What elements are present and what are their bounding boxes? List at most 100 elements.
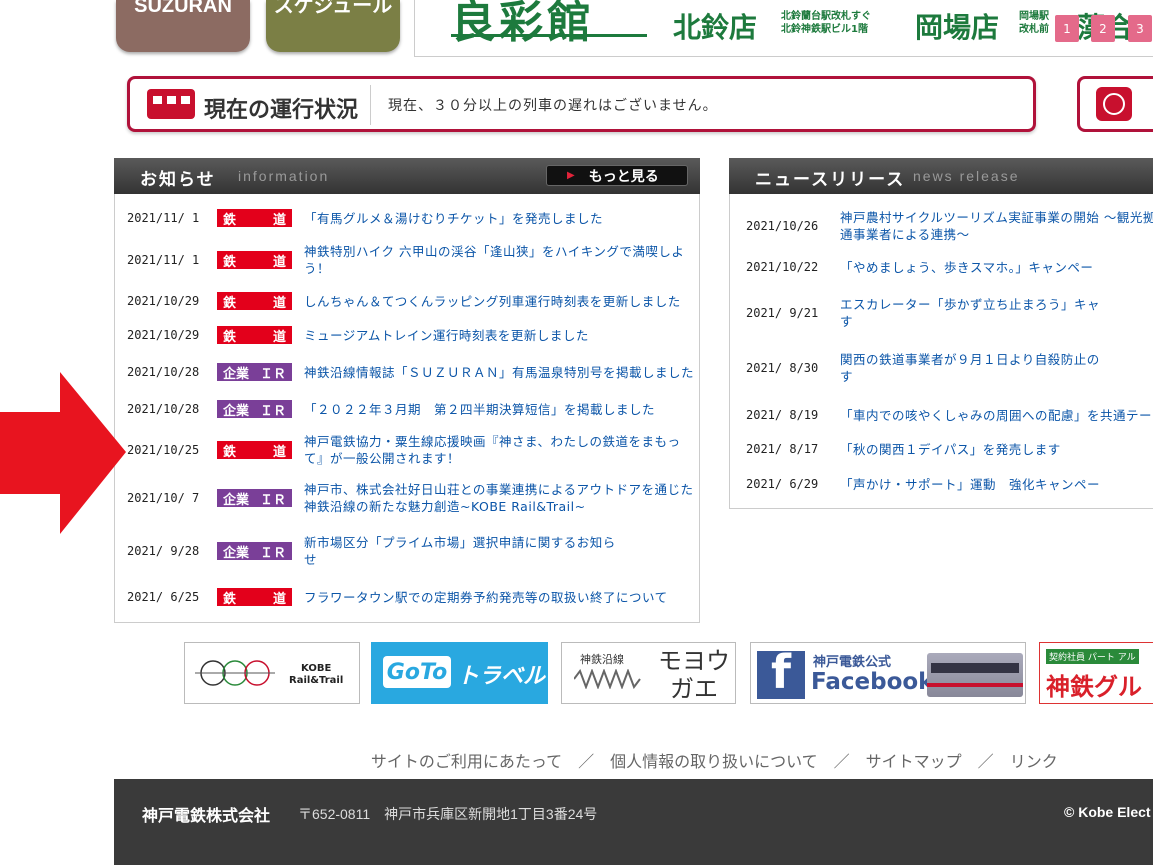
news-date: 2021/ 8/19 [746,408,819,422]
footer-link-sitemap[interactable]: サイトマップ [866,754,962,771]
news-date: 2021/ 8/30 [746,361,819,375]
pager-1[interactable]: 1 [1055,15,1079,42]
news-link-line: 「車内での咳やくしゃみの周囲への配慮」を共通テー [840,407,1153,423]
recruit-banner[interactable]: 契約社員 パート アル 神鉄グル [1039,642,1153,704]
news-link-line: す [840,314,854,329]
goto-logo: GoTo [383,656,451,688]
info-date: 2021/ 6/25 [127,590,200,604]
facebook-banner[interactable]: f 神戸電鉄公式 Facebook [750,642,1026,704]
kobe-rail-trail-text: KOBE Rail&Trail [289,663,343,687]
info-link-line: 神戸市、株式会社好日山荘との事業連携によるアウトドアを通じた [304,482,694,497]
operation-status-box[interactable]: 現在の運行状況 現在、３０分以上の列車の遅れはございません。 [127,76,1036,132]
info-link[interactable]: 「２０２２年３月期 第２四半期決算短信」を掲載しました [304,401,696,418]
news-link-line: 「やめましょう、歩きスマホ。」キャンペー [840,259,1094,275]
timetable-button[interactable] [1077,76,1153,132]
news-link-line: 関西の鉄道事業者が９月１日より自殺防止の [840,352,1100,367]
info-link[interactable]: 神鉄特別ハイク 六甲山の渓谷「逢山狭」をハイキングで満喫しよ う！ [304,243,696,277]
moyougae-small: 神鉄沿線 [580,653,624,666]
news-panel-header: ニュースリリース news release [729,158,1153,194]
rail-trail-circles-icon [195,660,275,686]
category-badge: 鉄道 [217,292,292,311]
ad-store-1-sub-line1: 北鈴蘭台駅改札すぐ [781,11,871,22]
info-link-line: せ [304,552,318,567]
kobe-rail-trail-banner[interactable]: KOBE Rail&Trail [184,642,360,704]
more-label: もっと見る [588,168,659,185]
footer-link-links[interactable]: リンク [1010,754,1058,771]
pager-3[interactable]: 3 [1128,15,1152,42]
footer-sep: ／ [817,754,866,771]
category-badge: 企業 ＩＲ [217,542,292,561]
train-photo-icon [927,653,1023,697]
news-link[interactable]: 「声かけ・サポート」運動 強化キャンペー [840,476,1153,493]
suzuran-button[interactable]: SUZURAN [116,0,250,52]
info-link-line: フラワータウン駅での定期券予約発売等の取扱い終了について [304,589,668,605]
goto-travel-banner[interactable]: GoTo トラベル [371,642,548,704]
moyougae-banner[interactable]: 神鉄沿線 モヨウ ガエ [561,642,736,704]
news-link-line: 神戸農村サイクルツーリズム実証事業の開始 ～観光拠 [840,210,1153,225]
info-date: 2021/10/ 7 [127,491,200,505]
info-date: 2021/10/29 [127,294,200,308]
footer: 神戸電鉄株式会社 〒652-0811 神戸市兵庫区新開地1丁目3番24号 © K… [114,779,1153,865]
category-badge-text: 企業 [223,492,250,508]
category-badge: 鉄道 [217,326,292,345]
news-date: 2021/10/22 [746,260,819,274]
info-panel-header: お知らせ information ▶ もっと見る [114,158,700,194]
category-badge: 企業 ＩＲ [217,489,292,508]
category-badge-text: 道 [272,254,286,270]
ad-store-1-sub: 北鈴蘭台駅改札すぐ 北鈴神鉄駅ビル1階 [781,10,871,36]
category-badge: 鉄道 [217,251,292,270]
info-link-line: 新市場区分「プライム市場」選択申請に関するお知ら [304,535,616,550]
news-link[interactable]: 「車内での咳やくしゃみの周囲への配慮」を共通テー [840,407,1153,424]
news-link[interactable]: 「やめましょう、歩きスマホ。」キャンペー [840,259,1153,276]
category-badge-text: ＩＲ [259,366,286,382]
ad-store-1-sub-line2: 北鈴神鉄駅ビル1階 [781,24,868,35]
info-link[interactable]: 新市場区分「プライム市場」選択申請に関するお知らせ [304,534,696,568]
pager-2[interactable]: 2 [1091,15,1115,42]
info-link-line: 「有馬グルメ＆湯けむりチケット」を発売しました [304,210,604,226]
news-date: 2021/10/26 [746,219,819,233]
news-link[interactable]: エスカレーター「歩かず立ち止まろう」キャす [840,296,1153,330]
ad-main-title: 良彩館 [451,0,595,48]
info-link[interactable]: 神戸電鉄協力・粟生線応援映画『神さま、わたしの鉄道をまもっ て』が一般公開されます… [304,433,696,467]
footer-copyright: © Kobe Elect [1064,804,1151,820]
category-badge-text: 鉄 [223,591,237,607]
status-title: 現在の運行状況 [204,97,359,122]
info-link[interactable]: しんちゃん＆てつくんラッピング列車運行時刻表を更新しました [304,293,696,310]
more-button[interactable]: ▶ もっと見る [546,165,688,186]
suzuran-label: SUZURAN [134,0,232,17]
ad-banner[interactable]: 良彩館 北鈴店 北鈴蘭台駅改札すぐ 北鈴神鉄駅ビル1階 岡場店 岡場駅 改札前 … [414,0,1153,57]
info-link[interactable]: 神戸市、株式会社好日山荘との事業連携によるアウトドアを通じた 神鉄沿線の新たな魅力… [304,481,696,515]
news-date: 2021/ 9/21 [746,306,819,320]
facebook-big: Facebook [811,669,934,695]
news-subtitle: news release [913,168,1020,184]
footer-link-terms[interactable]: サイトのご利用にあたって [371,754,562,771]
clock-icon [1096,87,1132,121]
recruit-big: 神鉄グル [1046,673,1142,701]
status-divider [370,85,371,125]
news-panel-body: 2021/10/26 神戸農村サイクルツーリズム実証事業の開始 ～観光拠 通事業者に… [729,194,1153,509]
schedule-label: スケジュール [273,0,393,17]
footer-links: サイトのご利用にあたって ／ 個人情報の取り扱いについて ／ サイトマップ ／ … [362,730,1058,772]
news-link[interactable]: 神戸農村サイクルツーリズム実証事業の開始 ～観光拠 通事業者による連携～ [840,209,1153,243]
footer-link-privacy[interactable]: 個人情報の取り扱いについて [610,754,818,771]
status-message: 現在、３０分以上の列車の遅れはございません。 [388,98,718,114]
schedule-button[interactable]: スケジュール [266,0,400,52]
category-badge-text: 鉄 [223,295,237,311]
info-link-line: 神戸電鉄協力・粟生線応援映画『神さま、わたしの鉄道をまもっ [304,434,681,449]
info-date: 2021/10/29 [127,328,200,342]
news-link[interactable]: 関西の鉄道事業者が９月１日より自殺防止のす [840,351,1153,385]
news-date: 2021/ 8/17 [746,442,819,456]
category-badge-text: ＩＲ [259,492,286,508]
info-date: 2021/10/28 [127,365,200,379]
info-link[interactable]: 「有馬グルメ＆湯けむりチケット」を発売しました [304,210,696,227]
info-link[interactable]: ミュージアムトレイン運行時刻表を更新しました [304,327,696,344]
info-link[interactable]: フラワータウン駅での定期券予約発売等の取扱い終了について [304,589,696,606]
info-link[interactable]: 神鉄沿線情報誌「ＳＵＺＵＲＡＮ」有馬温泉特別号を掲載しました [304,364,696,381]
ad-store-2-sub-line1: 岡場駅 [1019,11,1049,22]
ad-store-2: 岡場店 [915,12,1000,43]
category-badge-text: ＩＲ [259,545,286,561]
category-badge-text: 企業 [223,366,250,382]
category-badge-text: 鉄 [223,444,237,460]
zigzag-icon [574,669,641,689]
news-link[interactable]: 「秋の関西１デイパス」を発売します [840,441,1153,458]
